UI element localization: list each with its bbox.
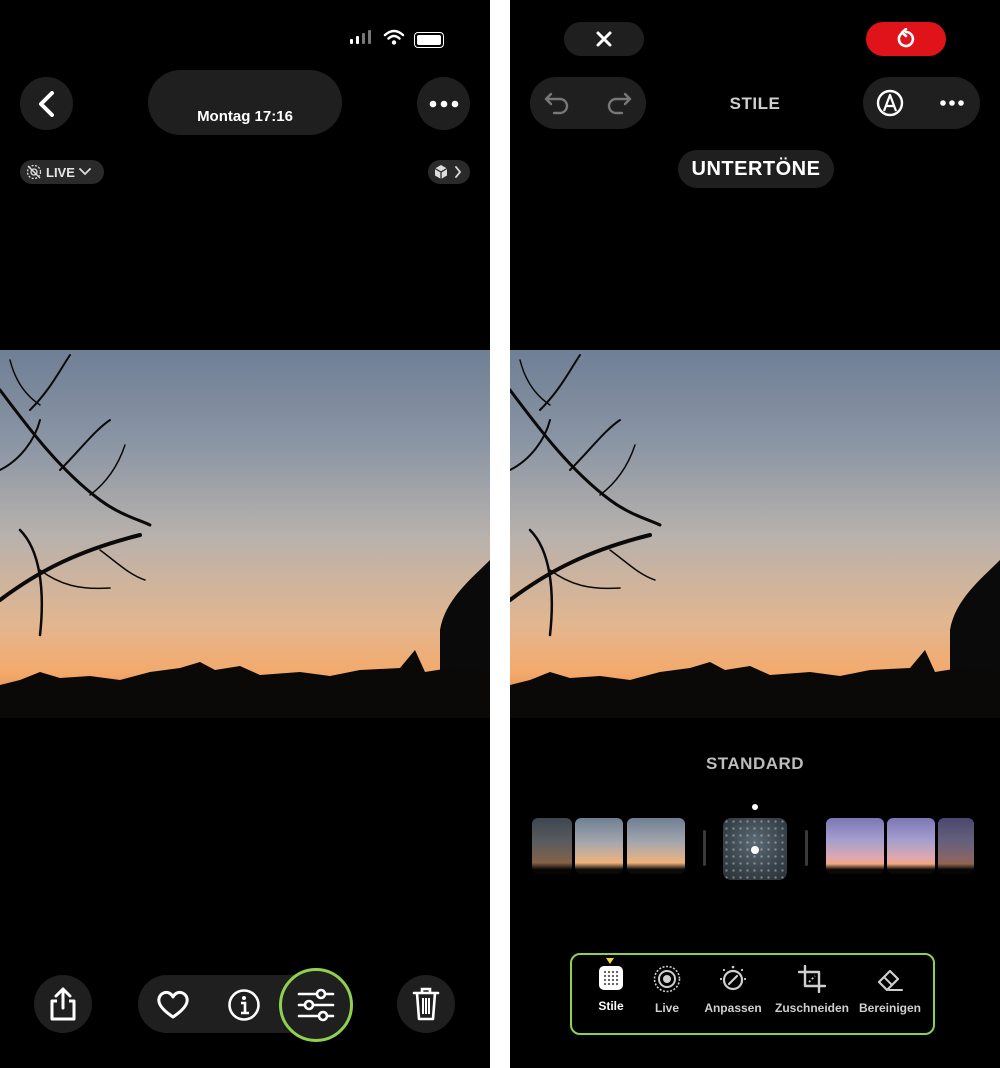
eraser-icon xyxy=(877,969,903,992)
style-thumbnail[interactable] xyxy=(532,818,572,874)
crop-icon xyxy=(798,965,826,993)
ellipsis-icon[interactable] xyxy=(939,99,965,107)
info-button[interactable] xyxy=(221,982,267,1028)
cube-icon xyxy=(434,165,448,179)
dial-icon xyxy=(719,965,747,991)
tool-label: Stile xyxy=(598,999,624,1013)
tone-pad-handle[interactable] xyxy=(751,846,759,854)
tool-label: Live xyxy=(654,1001,679,1015)
adjust-sliders-icon xyxy=(297,988,335,1022)
grid-icon xyxy=(599,966,623,990)
style-thumbnail[interactable] xyxy=(887,818,935,874)
share-button[interactable] xyxy=(34,975,92,1033)
tool-zuschneiden[interactable]: Zuschneiden xyxy=(771,965,853,1015)
style-thumbnail[interactable] xyxy=(575,818,623,874)
photo-viewer-screen: Montag 17:16 LIVE xyxy=(0,0,490,1068)
live-icon xyxy=(653,965,681,993)
redo-icon[interactable] xyxy=(606,91,632,115)
trash-icon xyxy=(412,987,440,1021)
selection-dot xyxy=(752,804,758,810)
close-button[interactable] xyxy=(564,22,644,56)
chevron-right-icon xyxy=(455,166,462,178)
share-icon xyxy=(50,987,76,1021)
heart-icon xyxy=(157,990,189,1019)
live-off-icon xyxy=(26,164,42,180)
more-button[interactable] xyxy=(417,77,470,130)
visual-lookup-button[interactable] xyxy=(428,160,470,184)
undertone-chip[interactable]: UNTERTÖNE xyxy=(678,150,834,188)
carousel-divider xyxy=(805,830,808,866)
tree-silhouette xyxy=(510,354,1000,718)
revert-button[interactable] xyxy=(866,22,946,56)
favorite-button[interactable] xyxy=(150,982,196,1028)
photo-sunset xyxy=(510,350,1000,718)
back-button[interactable] xyxy=(20,77,73,130)
style-carousel[interactable] xyxy=(510,800,1000,890)
chevron-down-icon xyxy=(79,168,91,176)
style-thumbnail[interactable] xyxy=(627,818,685,874)
battery-icon xyxy=(414,32,444,48)
style-thumbnail[interactable] xyxy=(938,818,974,874)
ellipsis-icon xyxy=(429,100,458,107)
selected-indicator xyxy=(606,958,614,964)
tool-label: Anpassen xyxy=(704,1001,762,1015)
photo-sunset xyxy=(0,350,490,718)
carousel-divider xyxy=(703,830,706,866)
signal-icon xyxy=(350,30,371,44)
date-label: Montag 17:16 xyxy=(197,108,293,125)
revert-icon xyxy=(897,28,915,48)
live-badge[interactable]: LIVE xyxy=(20,160,104,184)
info-icon xyxy=(228,989,260,1021)
tool-label: Bereinigen xyxy=(858,1001,921,1015)
undo-redo-group xyxy=(530,77,646,129)
markup-more-group xyxy=(863,77,980,129)
edit-button[interactable] xyxy=(279,968,353,1042)
chevron-left-icon xyxy=(38,90,54,117)
style-name-label: STANDARD xyxy=(705,754,805,773)
tone-pad[interactable] xyxy=(723,818,787,880)
tool-bereinigen[interactable]: Bereinigen xyxy=(856,965,924,1015)
photo-editor-screen: STILE UNTERTÖNE STANDARD Stile Live Anpa… xyxy=(510,0,1000,1068)
tool-live[interactable]: Live xyxy=(646,965,688,1015)
date-header[interactable]: Montag 17:16 xyxy=(148,70,342,135)
markup-icon[interactable] xyxy=(876,89,904,117)
editor-title: STILE xyxy=(729,94,781,113)
tool-stile[interactable]: Stile xyxy=(588,965,634,1013)
tool-label: Zuschneiden xyxy=(774,1001,849,1015)
close-icon xyxy=(596,31,612,47)
delete-button[interactable] xyxy=(397,975,455,1033)
tree-silhouette xyxy=(0,354,490,718)
tool-anpassen[interactable]: Anpassen xyxy=(700,965,766,1015)
undo-icon[interactable] xyxy=(544,91,570,115)
style-thumbnail[interactable] xyxy=(826,818,884,874)
wifi-icon xyxy=(383,29,405,45)
live-badge-label: LIVE xyxy=(46,164,75,180)
